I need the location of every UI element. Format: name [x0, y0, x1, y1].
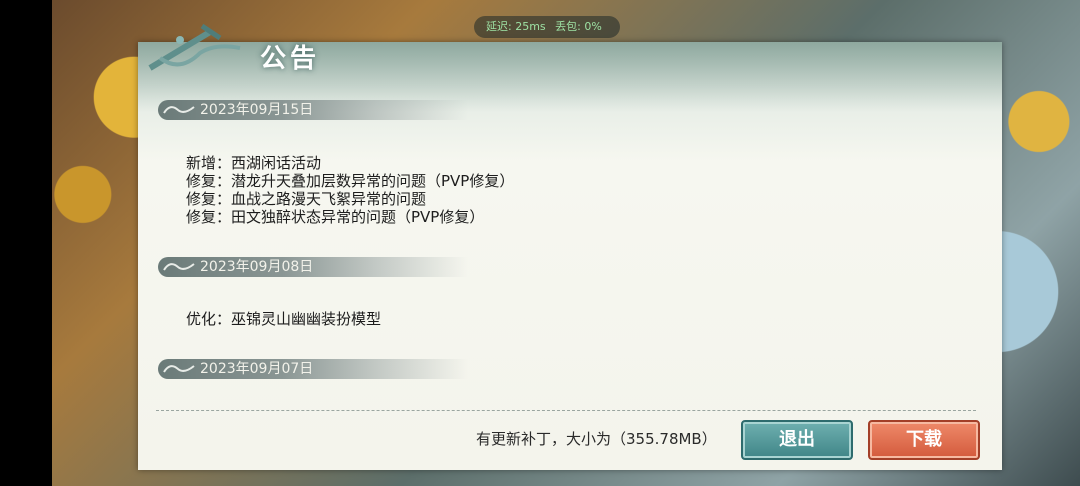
note-line: 修复：潜龙升天叠加层数异常的问题（PVP修复）	[186, 172, 515, 190]
note-line: 优化：巫锦灵山幽幽装扮模型	[186, 310, 382, 328]
sword-emblem-icon	[148, 23, 241, 71]
date-header: 2023年09月08日	[158, 257, 468, 277]
notes-list: 新增：西湖闲话活动 修复：潜龙升天叠加层数异常的问题（PVP修复） 修复：血战之…	[186, 154, 514, 226]
packet-loss-text: 丢包: 0%	[555, 20, 602, 33]
note-line: 修复：血战之路漫天飞絮异常的问题	[186, 190, 427, 208]
date-label: 2023年09月15日	[200, 102, 314, 118]
date-label: 2023年09月07日	[200, 361, 314, 377]
screen-left-edge	[0, 0, 52, 486]
notes-list: 优化：巫锦灵山幽幽装扮模型	[186, 310, 381, 328]
exit-button[interactable]: 退出	[741, 420, 853, 460]
patch-size-text: 有更新补丁，大小为（355.78MB）	[476, 430, 717, 448]
network-status: 延迟: 25ms 丢包: 0%	[474, 16, 620, 38]
divider	[156, 410, 976, 411]
cloud-swirl-icon	[163, 263, 195, 271]
date-label: 2023年09月08日	[200, 259, 314, 275]
dialog-title: 公告	[260, 44, 321, 74]
cloud-swirl-icon	[163, 365, 195, 373]
latency-text: 延迟: 25ms	[486, 20, 546, 33]
date-header: 2023年09月15日	[158, 100, 468, 120]
download-button[interactable]: 下载	[868, 420, 980, 460]
cloud-swirl-icon	[163, 106, 195, 114]
note-line: 新增：西湖闲话活动	[186, 154, 322, 172]
note-line: 修复：田文独醉状态异常的问题（PVP修复）	[186, 208, 485, 226]
date-header: 2023年09月07日	[158, 359, 468, 379]
